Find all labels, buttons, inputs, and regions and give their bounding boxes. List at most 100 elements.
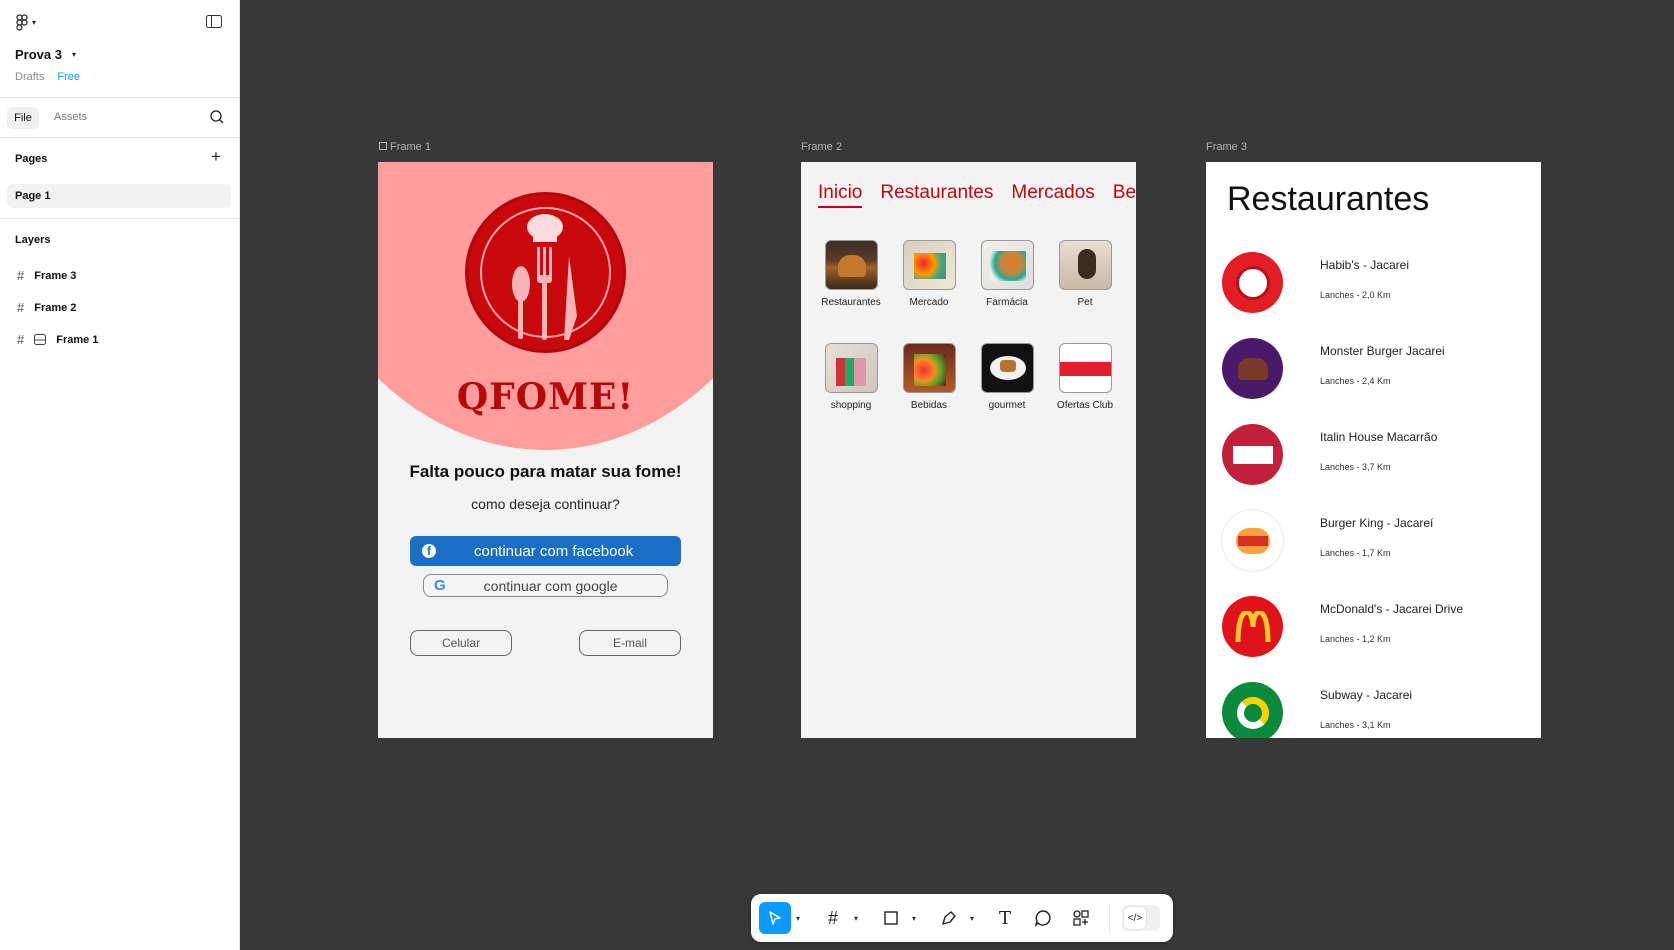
- category-ofertas-club[interactable]: Ofertas Club: [1045, 343, 1125, 411]
- divider: [0, 97, 240, 98]
- auto-layout-icon: [379, 142, 387, 150]
- divider: [0, 218, 240, 219]
- dev-mode-toggle[interactable]: </>: [1122, 905, 1160, 931]
- layer-item-frame-1[interactable]: # Frame 1: [17, 332, 98, 347]
- left-sidebar: ▾ Prova 3 ▾ Drafts Free File Assets Page…: [0, 0, 240, 950]
- rectangle-tool-button[interactable]: [875, 902, 907, 934]
- plus-icon: +: [211, 147, 221, 166]
- pet-image: [1058, 240, 1112, 290]
- pen-tool-button[interactable]: [933, 902, 965, 934]
- category-tabs: Inicio Restaurantes Mercados Bebidas: [818, 182, 1136, 208]
- divider: [0, 137, 240, 138]
- pages-heading: Pages: [15, 153, 48, 165]
- shopping-bags-image: [824, 343, 878, 393]
- phone-button[interactable]: Celular: [410, 630, 512, 656]
- bottom-toolbar: ▾ # ▾ ▾ ▾ T </>: [751, 894, 1173, 942]
- continue-with-facebook-button[interactable]: f continuar com facebook: [410, 536, 681, 566]
- burger-image: [824, 240, 878, 290]
- category-pet[interactable]: Pet: [1045, 240, 1125, 308]
- golden-arches-icon: [1235, 610, 1270, 642]
- habibs-logo: [1222, 252, 1283, 313]
- text-tool-button[interactable]: T: [989, 902, 1021, 934]
- frame-hash-icon: #: [17, 268, 25, 283]
- sidebar-toggle-icon: [206, 15, 222, 28]
- tab-assets[interactable]: Assets: [54, 111, 87, 123]
- layer-label: Frame 1: [56, 333, 99, 346]
- actions-button[interactable]: [1065, 902, 1097, 934]
- restaurant-item-italin-house[interactable]: Italin House Macarrão Lanches - 3,7 Km: [1222, 424, 1532, 488]
- tab-restaurantes[interactable]: Restaurantes: [880, 182, 993, 204]
- move-tool-button[interactable]: [759, 902, 791, 934]
- restaurant-item-mcdonalds[interactable]: McDonald's - Jacarei Drive Lanches - 1,2…: [1222, 596, 1532, 660]
- category-bebidas[interactable]: Bebidas: [889, 343, 969, 411]
- frame-label-1[interactable]: Frame 1: [379, 141, 431, 153]
- category-mercado[interactable]: Mercado: [889, 240, 969, 308]
- google-icon: G: [434, 577, 446, 594]
- layers-heading: Layers: [15, 234, 51, 246]
- layer-item-frame-2[interactable]: # Frame 2: [17, 300, 76, 315]
- toggle-sidebar-button[interactable]: [206, 15, 222, 33]
- frame-1-login-screen[interactable]: QFOME! Falta pouco para matar sua fome! …: [378, 162, 713, 738]
- subtitle: como deseja continuar?: [471, 496, 620, 512]
- category-shopping[interactable]: shopping: [811, 343, 891, 411]
- burger-king-logo: [1222, 510, 1283, 571]
- tagline: Falta pouco para matar sua fome!: [409, 462, 682, 481]
- plan-badge[interactable]: Free: [57, 71, 80, 83]
- category-farmacia[interactable]: Farmácia: [967, 240, 1047, 308]
- add-page-button[interactable]: +: [211, 147, 221, 166]
- search-button[interactable]: [210, 110, 224, 129]
- tab-file[interactable]: File: [7, 107, 39, 129]
- restaurant-item-habibs[interactable]: Habib's - Jacarei Lanches - 2,0 Km: [1222, 252, 1532, 316]
- page-title: Restaurantes: [1227, 180, 1430, 218]
- frame-hash-icon: #: [17, 332, 25, 347]
- rectangle-icon: [884, 911, 898, 925]
- chevron-down-icon[interactable]: ▾: [965, 902, 979, 934]
- tab-mercados[interactable]: Mercados: [1011, 182, 1094, 204]
- layer-label: Frame 2: [34, 301, 77, 314]
- frame-3-restaurants-screen[interactable]: Restaurantes Habib's - Jacarei Lanches -…: [1206, 162, 1541, 738]
- gourmet-dish-image: [980, 343, 1034, 393]
- email-button[interactable]: E-mail: [579, 630, 681, 656]
- chevron-down-icon: ▾: [32, 18, 37, 27]
- frame-label-2[interactable]: Frame 2: [801, 141, 842, 153]
- continue-with-google-button[interactable]: G continuar com google: [423, 574, 668, 597]
- mcdonalds-logo: [1222, 596, 1283, 657]
- project-name-button[interactable]: Prova 3 ▾: [15, 47, 76, 62]
- frame-tool-button[interactable]: #: [817, 902, 849, 934]
- category-restaurantes[interactable]: Restaurantes: [811, 240, 891, 308]
- restaurant-item-subway[interactable]: Subway - Jacarei Lanches - 3,1 Km: [1222, 682, 1532, 738]
- chevron-down-icon[interactable]: ▾: [907, 902, 921, 934]
- offers-club-image: [1058, 343, 1112, 393]
- restaurant-item-burger-king[interactable]: Burger King - Jacareí Lanches - 1,7 Km: [1222, 510, 1532, 574]
- widgets-icon: [1073, 910, 1089, 926]
- frame-2-home-screen[interactable]: Inicio Restaurantes Mercados Bebidas Restau…: [801, 162, 1136, 738]
- frame-hash-icon: #: [17, 300, 25, 315]
- monster-burger-logo: [1222, 338, 1283, 399]
- frame-hash-icon: #: [827, 907, 838, 928]
- search-icon: [210, 110, 224, 124]
- chevron-down-icon[interactable]: ▾: [849, 902, 863, 934]
- brand-logo: [465, 192, 626, 353]
- italin-house-logo: [1222, 424, 1283, 485]
- chevron-down-icon: ▾: [71, 50, 76, 59]
- figma-logo-icon: [16, 14, 28, 31]
- brand-name: QFOME!: [456, 376, 635, 418]
- chevron-down-icon[interactable]: ▾: [791, 902, 805, 934]
- code-brackets-icon: </>: [1127, 912, 1143, 924]
- layer-item-frame-3[interactable]: # Frame 3: [17, 268, 76, 283]
- pen-icon: [942, 911, 956, 925]
- project-location[interactable]: Drafts: [15, 71, 44, 83]
- category-gourmet[interactable]: gourmet: [967, 343, 1047, 411]
- text-tool-icon: T: [998, 907, 1011, 929]
- comment-tool-button[interactable]: [1027, 902, 1059, 934]
- tab-inicio[interactable]: Inicio: [818, 182, 863, 208]
- comment-bubble-icon: [1034, 910, 1051, 927]
- main-menu-button[interactable]: ▾: [16, 14, 36, 31]
- auto-layout-icon: [34, 334, 47, 345]
- frame-label-3[interactable]: Frame 3: [1206, 141, 1247, 153]
- tab-bebidas[interactable]: Bebidas: [1113, 182, 1136, 204]
- layer-label: Frame 3: [34, 269, 77, 282]
- restaurant-item-monster-burger[interactable]: Monster Burger Jacarei Lanches - 2,4 Km: [1222, 338, 1532, 402]
- page-item-page-1[interactable]: Page 1: [7, 184, 231, 208]
- cursor-arrow-icon: [769, 911, 781, 925]
